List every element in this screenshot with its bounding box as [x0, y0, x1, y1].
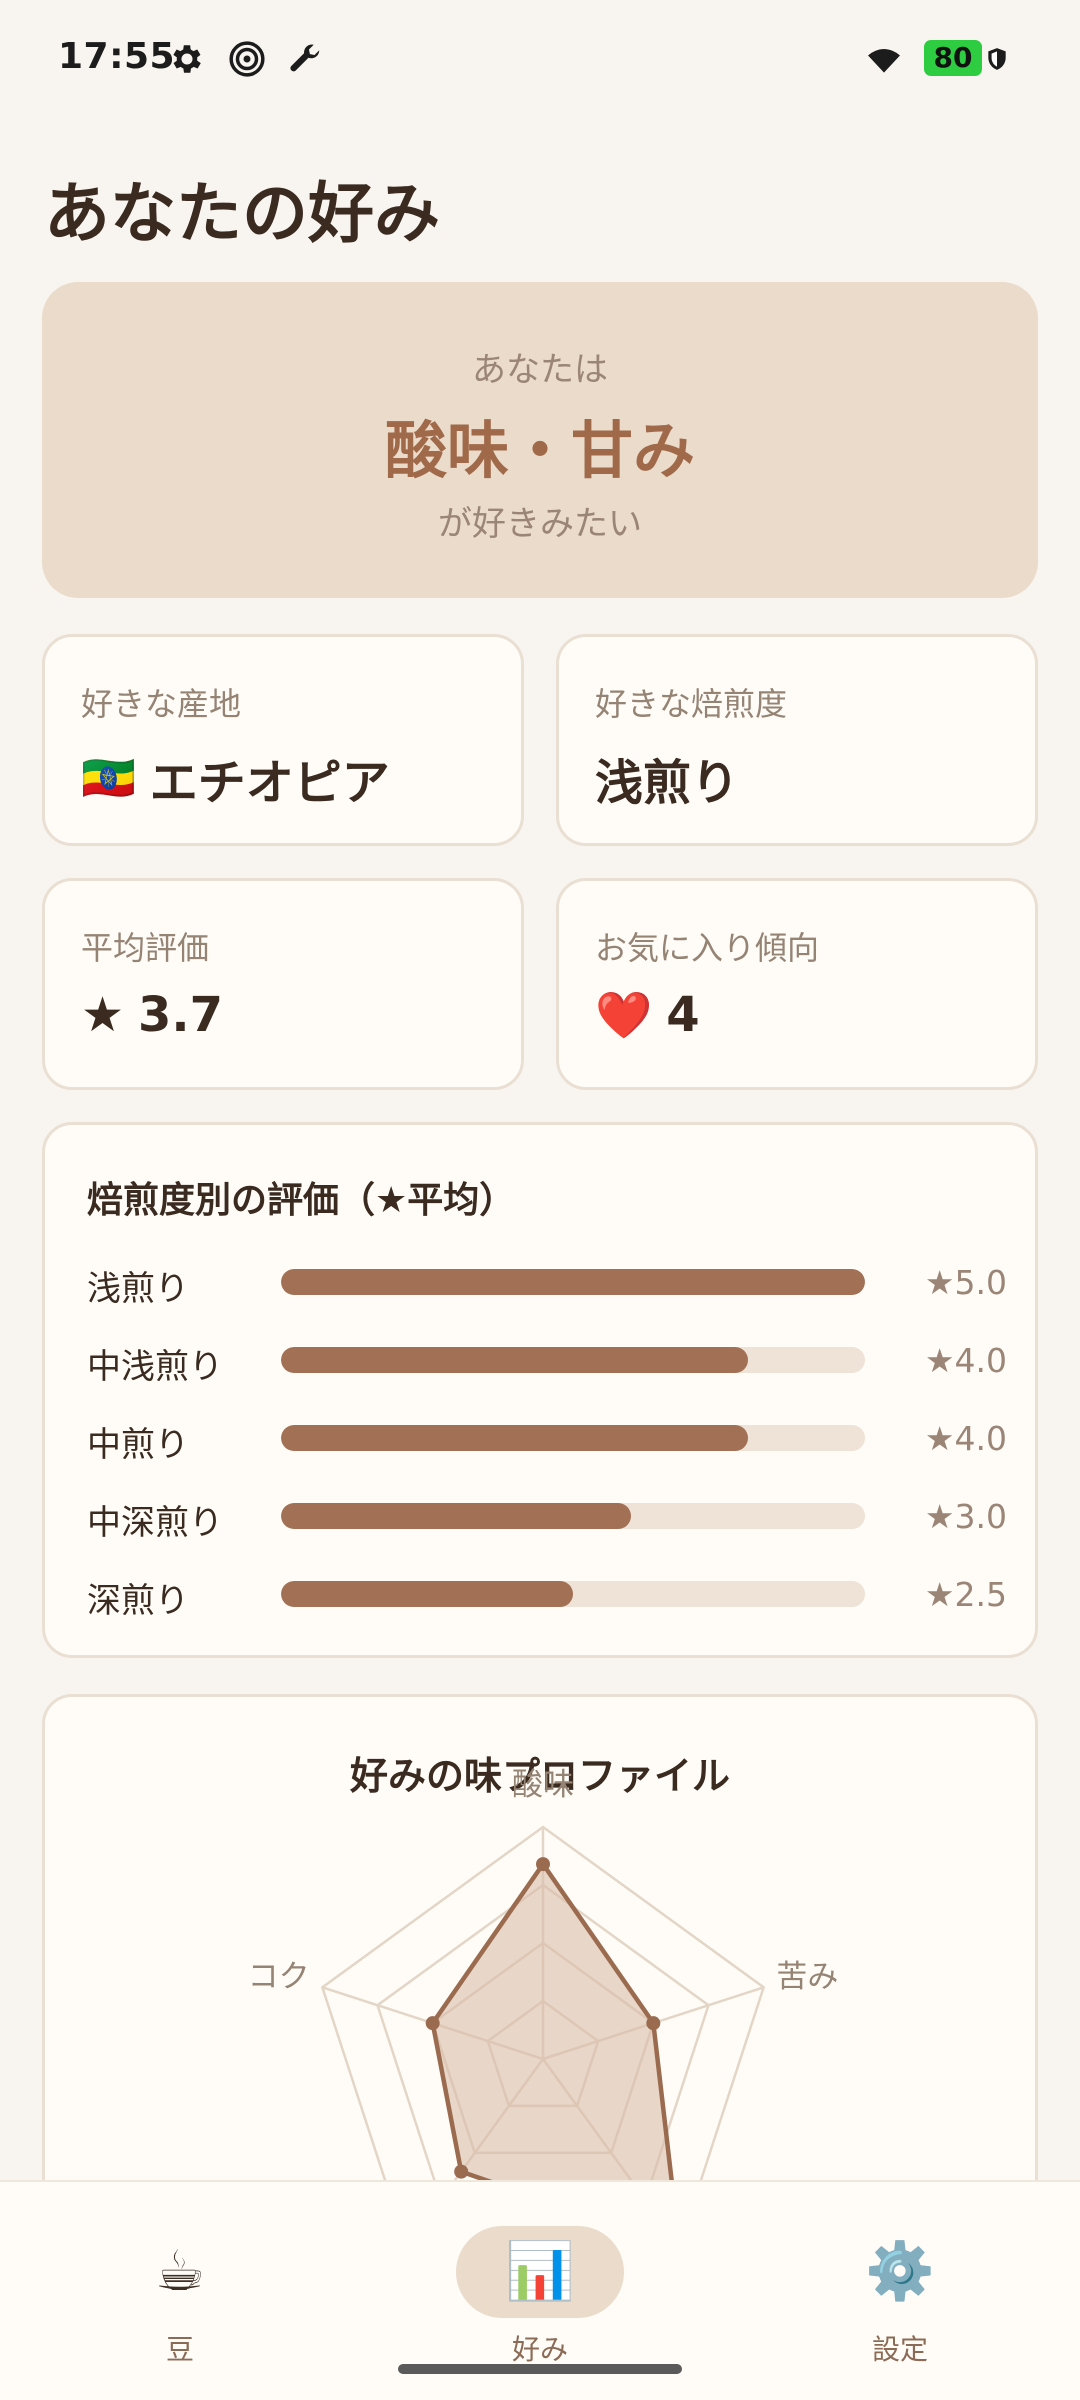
roast-rating-bar-track [281, 1425, 865, 1451]
favorite-origin-value-row: 🇪🇹 エチオピア [81, 743, 390, 813]
roast-rating-score: ★4.0 [924, 1341, 1007, 1380]
nav-item-settings[interactable]: ⚙️ 設定 [810, 2226, 990, 2367]
favorite-tendency-value: 4 [666, 987, 700, 1043]
shield-icon [988, 48, 1006, 70]
roast-rating-row: 浅煎り ★5.0 [87, 1257, 1007, 1309]
roast-rating-bar [281, 1581, 573, 1607]
favorite-tendency-card: お気に入り傾向 ❤️ 4 [556, 878, 1038, 1090]
roast-rating-row: 深煎り ★2.5 [87, 1569, 1007, 1621]
hero-taste-text: 酸味・甘み [384, 414, 695, 487]
favorite-roast-card: 好きな焙煎度 浅煎り [556, 634, 1038, 846]
wifi-icon [868, 49, 900, 73]
roast-rating-bar-track [281, 1269, 865, 1295]
roast-rating-score: ★4.0 [924, 1419, 1007, 1458]
bar-chart-icon: 📊 [505, 2239, 575, 2304]
favorite-tendency-value-row: ❤️ 4 [595, 987, 700, 1043]
roast-rating-score: ★5.0 [924, 1263, 1007, 1302]
roast-rating-bar [281, 1269, 865, 1295]
radar-point [536, 1857, 550, 1872]
roast-rating-row: 中煎り ★4.0 [87, 1413, 1007, 1465]
roast-rating-score: ★3.0 [924, 1497, 1007, 1536]
average-rating-label: 平均評価 [81, 929, 210, 967]
status-time: 17:55 [58, 36, 176, 77]
nav-item-label: 豆 [165, 2333, 194, 2366]
heart-icon: ❤️ [595, 987, 653, 1042]
radar-point [425, 2016, 440, 2031]
nav-item-preferences[interactable]: 📊 好み [450, 2226, 630, 2366]
gear-icon: ⚙️ [865, 2239, 935, 2304]
nav-item-label: 設定 [871, 2333, 928, 2366]
hero-post-text: が好きみたい [438, 504, 642, 544]
favorite-tendency-label: お気に入り傾向 [595, 929, 820, 967]
favorite-roast-value: 浅煎り [595, 743, 739, 813]
roast-ratings-title: 焙煎度別の評価（★平均） [87, 1180, 516, 1221]
roast-ratings-card: 焙煎度別の評価（★平均） 浅煎り ★5.0 中浅煎り ★4.0 中煎り ★4.0 中深煎り ★… [42, 1122, 1038, 1658]
nav-item-label: 好み [511, 2333, 568, 2366]
average-rating-value: 3.7 [138, 987, 224, 1043]
average-rating-card: 平均評価 ★ 3.7 [42, 878, 524, 1090]
roast-rating-bar [281, 1347, 749, 1373]
page-title: あなたの好み [44, 175, 440, 252]
average-rating-value-row: ★ 3.7 [81, 987, 223, 1043]
status-bar: 17:55 80 [0, 0, 1080, 118]
roast-rating-label: 中煎り [87, 1425, 189, 1465]
roast-rating-bar [281, 1425, 749, 1451]
roast-rating-bar-track [281, 1503, 865, 1529]
star-icon: ★ [81, 987, 125, 1043]
roast-rating-label: 浅煎り [87, 1269, 189, 1309]
favorite-roast-value-text: 浅煎り [595, 755, 740, 811]
radar-point [454, 2164, 469, 2179]
radar-axis-label: コク [247, 1959, 310, 1996]
spiral-icon [229, 41, 265, 77]
roast-rating-label: 中深煎り [87, 1503, 223, 1543]
roast-rating-label: 中浅煎り [87, 1347, 223, 1387]
favorite-roast-label: 好きな焙煎度 [595, 685, 788, 723]
battery-icon: 80 [924, 40, 982, 76]
roast-rating-bar-track [281, 1347, 865, 1373]
ethiopia-flag-icon: 🇪🇹 [81, 753, 136, 804]
roast-rating-bar [281, 1503, 632, 1529]
roast-rating-row: 中浅煎り ★4.0 [87, 1335, 1007, 1387]
coffee-cup-icon: ☕ [154, 2239, 206, 2304]
gear-icon [173, 45, 201, 73]
taste-summary-card: あなたは 酸味・甘み が好きみたい [42, 282, 1038, 598]
hero-pre-text: あなたは [472, 350, 608, 390]
favorite-origin-card: 好きな産地 🇪🇹 エチオピア [42, 634, 524, 846]
roast-rating-row: 中深煎り ★3.0 [87, 1491, 1007, 1543]
favorite-origin-label: 好きな産地 [81, 685, 242, 723]
roast-rating-score: ★2.5 [924, 1575, 1007, 1614]
roast-rating-bar-track [281, 1581, 865, 1607]
radar-axis-label: 酸味 [512, 1767, 574, 1803]
wrench-icon [290, 44, 320, 72]
radar-axis-label: 苦み [776, 1959, 839, 1996]
favorite-origin-value: エチオピア [149, 755, 390, 811]
home-indicator[interactable] [398, 2364, 682, 2374]
roast-rating-label: 深煎り [87, 1581, 189, 1621]
nav-item-beans[interactable]: ☕ 豆 [90, 2226, 270, 2367]
radar-point [646, 2016, 661, 2031]
